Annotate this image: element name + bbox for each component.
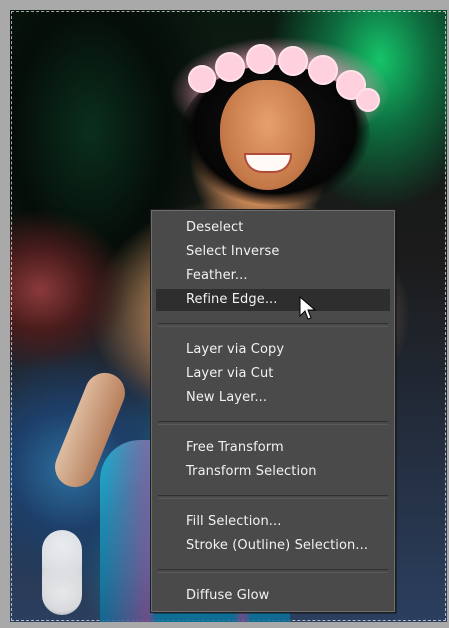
menu-item-stroke-selection[interactable]: Stroke (Outline) Selection... [156, 535, 390, 557]
menu-item-label: Stroke (Outline) Selection... [186, 538, 369, 553]
photo-flower-crown [188, 65, 216, 93]
menu-item-free-transform[interactable]: Free Transform [156, 437, 390, 459]
menu-separator [158, 323, 388, 327]
menu-item-label: Diffuse Glow [186, 588, 270, 603]
menu-item-label: New Layer... [186, 390, 268, 405]
menu-item-deselect[interactable]: Deselect [156, 217, 390, 239]
menu-item-feather[interactable]: Feather... [156, 265, 390, 287]
photo-flower-bracelet [42, 530, 82, 615]
menu-separator [158, 495, 388, 499]
menu-item-label: Select Inverse [186, 244, 280, 259]
selection-context-menu: Deselect Select Inverse Feather... Refin… [151, 210, 395, 612]
document-frame: Deselect Select Inverse Feather... Refin… [0, 0, 449, 628]
menu-item-label: Refine Edge... [186, 292, 278, 307]
photo-flower-crown [278, 46, 308, 76]
photo-flower-crown [308, 55, 338, 85]
photo-flower-crown [215, 52, 245, 82]
menu-item-label: Free Transform [186, 440, 284, 455]
menu-item-refine-edge[interactable]: Refine Edge... [156, 289, 390, 311]
menu-item-select-inverse[interactable]: Select Inverse [156, 241, 390, 263]
menu-item-label: Fill Selection... [186, 514, 282, 529]
menu-item-transform-selection[interactable]: Transform Selection [156, 461, 390, 483]
photo-flower-crown [356, 88, 380, 112]
menu-item-layer-via-cut[interactable]: Layer via Cut [156, 363, 390, 385]
menu-item-label: Transform Selection [186, 464, 317, 479]
photo-flower-crown [246, 44, 276, 74]
menu-item-new-layer[interactable]: New Layer... [156, 387, 390, 409]
menu-item-fill-selection[interactable]: Fill Selection... [156, 511, 390, 533]
menu-item-label: Feather... [186, 268, 248, 283]
mouse-pointer-icon [299, 296, 317, 320]
menu-item-label: Layer via Copy [186, 342, 285, 357]
menu-item-diffuse-glow[interactable]: Diffuse Glow [156, 585, 390, 607]
menu-item-layer-via-copy[interactable]: Layer via Copy [156, 339, 390, 361]
menu-item-label: Deselect [186, 220, 244, 235]
menu-separator [158, 569, 388, 573]
menu-separator [158, 421, 388, 425]
photo-face [220, 80, 315, 190]
menu-item-label: Layer via Cut [186, 366, 274, 381]
